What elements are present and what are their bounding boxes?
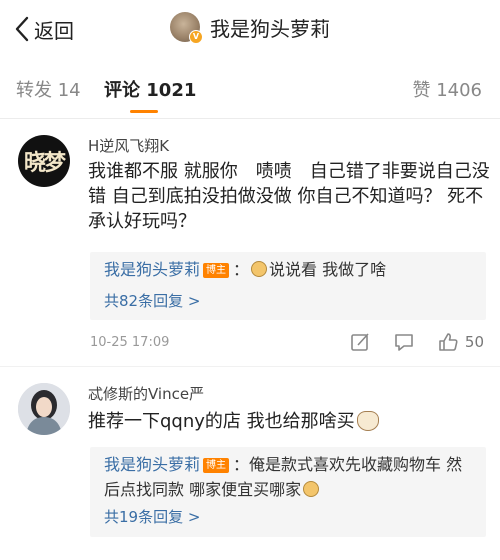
reply-text: 说说看 我做了啥: [269, 260, 387, 279]
more-replies-link[interactable]: 共82条回复 >: [104, 290, 200, 311]
commenter-username[interactable]: H逆风飞翔K: [88, 135, 169, 156]
comment-text: 我谁都不服 就服你 啧啧 自己错了非要说自己没错 自己到底拍没拍做没做 你自己不…: [88, 161, 490, 232]
back-label: 返回: [34, 18, 74, 43]
commenter-avatar[interactable]: [18, 383, 70, 435]
chevron-left-icon: [15, 16, 29, 42]
back-button[interactable]: 返回: [14, 14, 74, 44]
page-title: 我是狗头萝莉: [210, 16, 330, 41]
reply-button[interactable]: [393, 331, 415, 353]
reply-separator: ：: [233, 455, 250, 474]
reply-separator: ：: [233, 260, 250, 279]
comment-item: 晓梦 H逆风飞翔K 我谁都不服 就服你 啧啧 自己错了非要说自己没错 自己到底拍…: [0, 119, 500, 366]
reply-preview-box[interactable]: 我是狗头萝莉 博主 ：俺是款式喜欢先收藏购物车 然后点找同款 哪家便宜买哪家 共19…: [90, 447, 486, 537]
comment-actions: 50: [327, 331, 484, 353]
commenter-avatar[interactable]: 晓梦: [18, 135, 70, 187]
doge-emoji-icon: [251, 261, 268, 277]
verified-badge-icon: V: [189, 30, 203, 44]
reply-author[interactable]: 我是狗头萝莉: [104, 260, 200, 279]
doge-emoji-icon: [303, 481, 320, 497]
tab-bar: 转发 14 评论 1021 赞 1406: [0, 58, 500, 119]
comment-timestamp: 10-25 17:09: [90, 335, 170, 350]
author-avatar[interactable]: V: [170, 12, 203, 44]
reply-preview: 我是狗头萝莉 博主 ：俺是款式喜欢先收藏购物车 然后点找同款 哪家便宜买哪家: [104, 452, 476, 502]
reply-author[interactable]: 我是狗头萝莉: [104, 455, 200, 474]
tab-repost[interactable]: 转发 14: [16, 76, 81, 102]
tab-comment[interactable]: 评论 1021: [104, 76, 196, 102]
comment-text: 推荐一下qqny的店 我也给那啥买: [88, 409, 492, 434]
avatar-portrait-icon: [18, 383, 70, 435]
share-icon: [351, 333, 369, 351]
comment-icon: [395, 334, 413, 351]
thumbs-up-icon: [439, 333, 458, 351]
like-count: 50: [464, 333, 484, 351]
share-button[interactable]: [349, 331, 371, 353]
active-tab-indicator: [130, 110, 158, 113]
like-button[interactable]: [437, 331, 459, 353]
author-badge: 博主: [203, 263, 230, 278]
reply-preview-box[interactable]: 我是狗头萝莉 博主： 说说看 我做了啥 共82条回复 >: [90, 252, 486, 320]
avatar-logo-text: 晓梦: [23, 150, 66, 176]
page-title-group[interactable]: V 我是狗头萝莉: [170, 12, 330, 44]
commenter-username[interactable]: 忒修斯的Vince严: [88, 383, 204, 404]
reply-preview: 我是狗头萝莉 博主： 说说看 我做了啥: [104, 257, 476, 282]
cat-emoji-icon: [356, 411, 379, 431]
author-badge: 博主: [203, 458, 230, 473]
top-bar: 返回 V 我是狗头萝莉: [0, 0, 500, 58]
comment-item: 忒修斯的Vince严 推荐一下qqny的店 我也给那啥买 我是狗头萝莉 博主 ：俺是…: [0, 366, 500, 560]
tab-like[interactable]: 赞 1406: [412, 76, 482, 102]
more-replies-link[interactable]: 共19条回复 >: [104, 506, 200, 527]
comment-text-content: 推荐一下qqny的店 我也给那啥买: [88, 411, 355, 432]
